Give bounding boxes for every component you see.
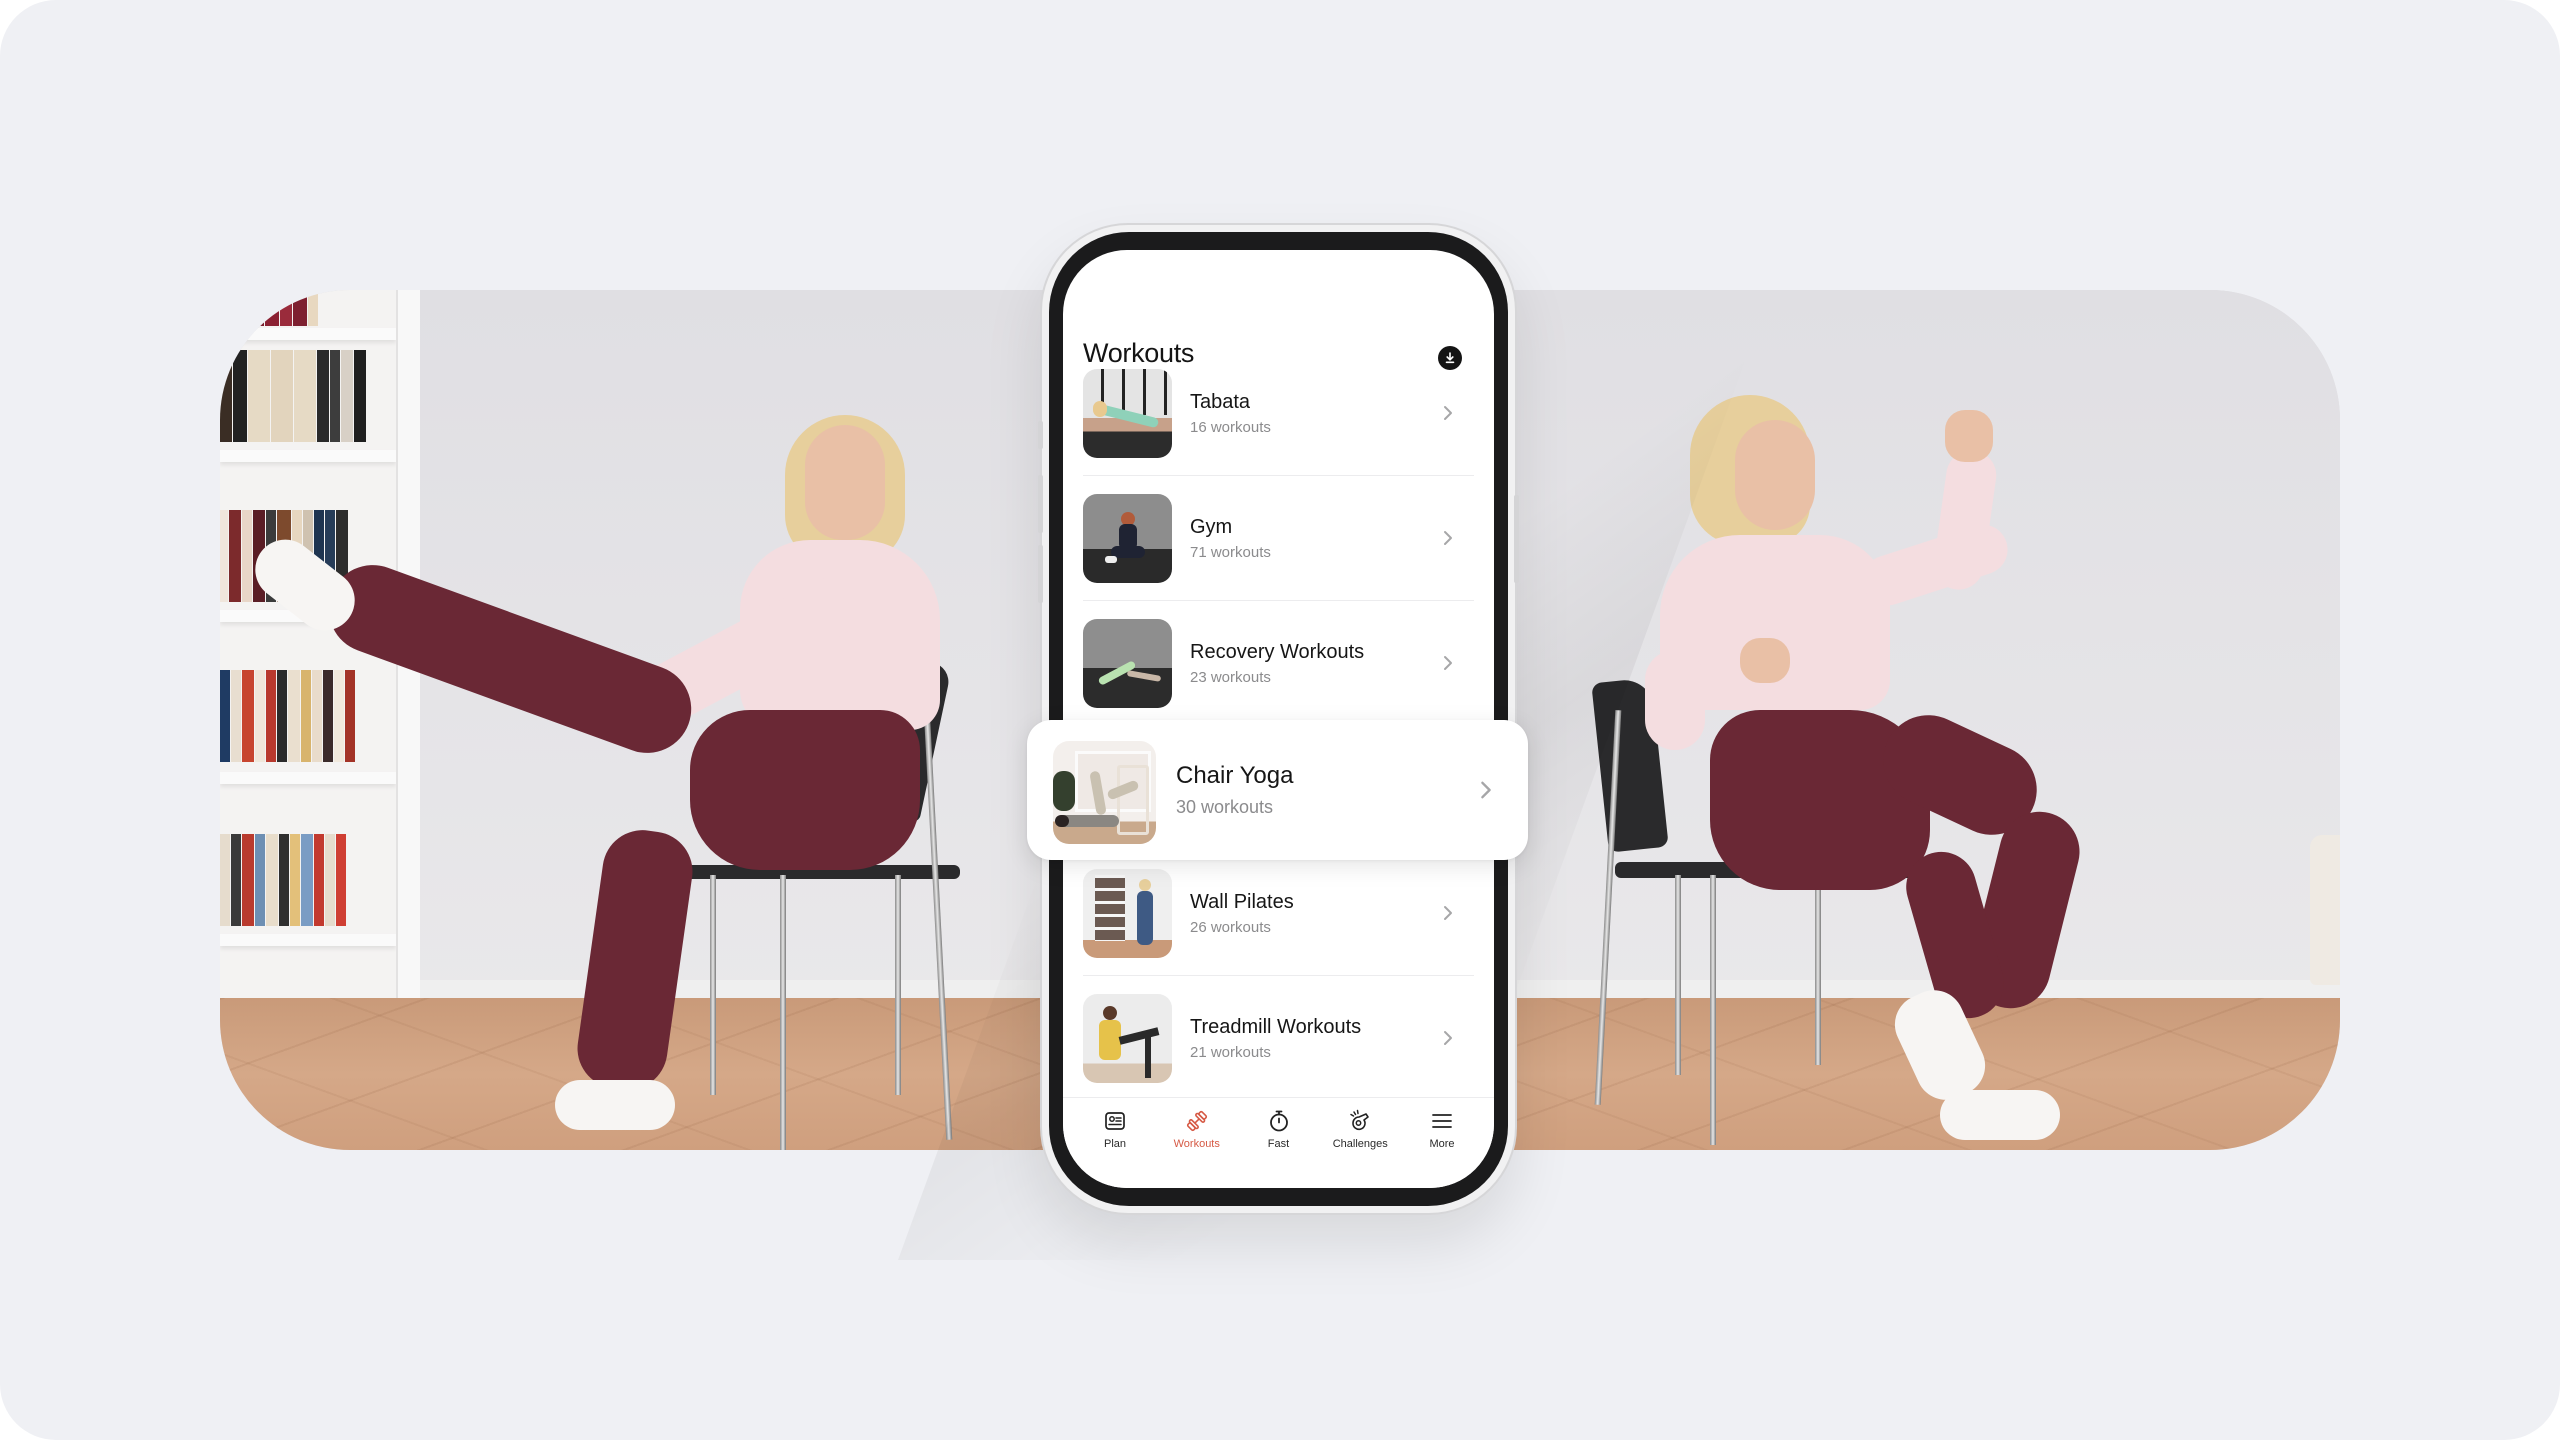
chevron-right-icon <box>1444 656 1452 670</box>
item-title: Wall Pilates <box>1190 891 1294 913</box>
download-icon <box>1445 352 1455 364</box>
item-count: 23 workouts <box>1190 669 1271 686</box>
chair-leg <box>1675 875 1681 1075</box>
baseboard <box>1440 980 2340 998</box>
ottoman <box>2310 835 2340 985</box>
page-title: Workouts <box>1083 338 1195 368</box>
divider <box>1083 600 1474 601</box>
fist <box>1945 410 1993 462</box>
chair-leg <box>780 875 786 1150</box>
chair-leg <box>710 875 716 1095</box>
tab-bar: Plan Workouts Fast Challenges More <box>1063 1097 1494 1188</box>
volume-up-button <box>1038 475 1043 533</box>
face <box>805 425 885 540</box>
hand <box>1740 638 1790 683</box>
chevron-right-icon <box>1481 781 1491 799</box>
wood-floor <box>1440 998 2340 1150</box>
item-count: 26 workouts <box>1190 919 1271 936</box>
phone-mockup: Workouts Tabata 16 workouts Gym 71 worko… <box>1038 225 1519 1213</box>
app-screen: Workouts Tabata 16 workouts Gym 71 worko… <box>1063 250 1494 1188</box>
whistle-icon <box>1350 1109 1370 1131</box>
tabata-thumbnail <box>1083 369 1172 458</box>
recovery-thumbnail <box>1083 619 1172 708</box>
chair-leg <box>1815 875 1821 1065</box>
item-count: 16 workouts <box>1190 419 1271 436</box>
list-item-wall-pilates[interactable]: Wall Pilates 26 workouts <box>1083 869 1474 994</box>
hips <box>690 710 920 870</box>
arm <box>1645 650 1705 750</box>
divider <box>1083 475 1474 476</box>
power-button <box>1514 495 1519 583</box>
item-title: Tabata <box>1190 391 1251 413</box>
chair-leg <box>1710 875 1716 1145</box>
chevron-right-icon <box>1444 531 1452 545</box>
menu-icon <box>1432 1114 1452 1128</box>
tab-challenges[interactable]: Challenges <box>1322 1108 1398 1150</box>
chevron-right-icon <box>1444 406 1452 420</box>
download-button[interactable] <box>1438 346 1462 370</box>
stopwatch-icon <box>1269 1110 1288 1132</box>
item-title: Recovery Workouts <box>1190 641 1365 663</box>
treadmill-thumbnail <box>1083 994 1172 1083</box>
item-count: 30 workouts <box>1176 797 1274 817</box>
divider <box>1083 975 1474 976</box>
sock <box>1940 1090 2060 1140</box>
plan-icon <box>1105 1112 1125 1130</box>
list-item-gym[interactable]: Gym 71 workouts <box>1083 494 1474 619</box>
list-item-tabata[interactable]: Tabata 16 workouts <box>1083 369 1474 494</box>
list-item-chair-yoga-highlighted[interactable]: Chair Yoga 30 workouts <box>1027 720 1528 860</box>
tab-fast[interactable]: Fast <box>1241 1108 1317 1150</box>
item-title: Gym <box>1190 516 1233 538</box>
tab-label: Fast <box>1267 1138 1290 1150</box>
item-count: 71 workouts <box>1190 544 1271 561</box>
tab-label: Plan <box>1103 1138 1127 1150</box>
tab-workouts[interactable]: Workouts <box>1159 1108 1235 1150</box>
item-title: Treadmill Workouts <box>1190 1016 1362 1038</box>
chair-yoga-thumbnail <box>1053 741 1156 844</box>
tab-plan[interactable]: Plan <box>1077 1108 1153 1150</box>
volume-down-button <box>1038 545 1043 603</box>
chevron-right-icon <box>1444 1031 1452 1045</box>
tab-label: More <box>1429 1138 1455 1150</box>
chair-leg <box>895 875 901 1095</box>
face <box>1735 420 1815 530</box>
sock <box>555 1080 675 1130</box>
tab-label: Workouts <box>1173 1138 1220 1150</box>
tab-label: Challenges <box>1332 1138 1388 1150</box>
tab-more[interactable]: More <box>1404 1108 1480 1150</box>
item-title: Chair Yoga <box>1176 762 1294 789</box>
promo-canvas: Workouts Tabata 16 workouts Gym 71 worko… <box>0 0 2560 1440</box>
chevron-right-icon <box>1444 906 1452 920</box>
dumbbell-icon <box>1186 1110 1207 1132</box>
mute-switch <box>1038 421 1043 449</box>
item-count: 21 workouts <box>1190 1044 1271 1061</box>
wall-pilates-thumbnail <box>1083 869 1172 958</box>
gym-thumbnail <box>1083 494 1172 583</box>
